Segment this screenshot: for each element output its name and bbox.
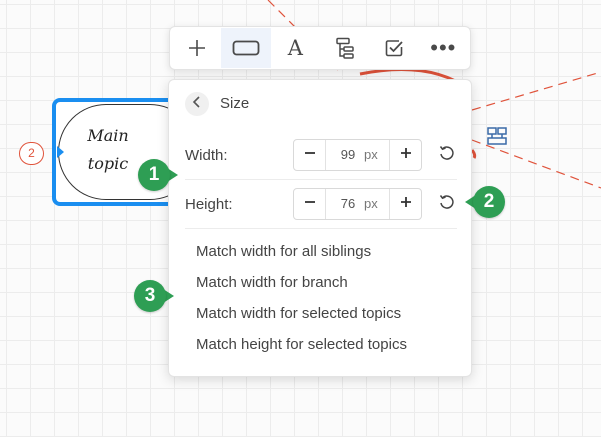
annotation-number: 3 <box>134 280 166 312</box>
back-button[interactable] <box>185 92 209 116</box>
match-width-selected-item[interactable]: Match width for selected topics <box>196 305 401 322</box>
shape-button[interactable] <box>221 28 271 68</box>
task-button[interactable] <box>369 28 418 68</box>
width-input[interactable]: 99 <box>331 147 365 162</box>
annotation-number: 2 <box>473 186 505 218</box>
collapse-caret-icon[interactable] <box>57 146 64 158</box>
shape-icon <box>232 39 260 57</box>
match-height-selected-item[interactable]: Match height for selected topics <box>196 336 407 353</box>
task-checkbox-icon <box>384 38 404 58</box>
relationship-curve-end <box>470 149 477 159</box>
size-panel: Size Width: 99 px Height: 76 px Match wi… <box>168 79 472 377</box>
width-stepper: 99 px <box>293 139 422 171</box>
more-icon: ••• <box>430 35 457 60</box>
annotation-marker-2: 2 <box>465 186 505 218</box>
height-label: Height: <box>185 196 233 213</box>
main-topic-text[interactable]: Main topic <box>70 122 146 178</box>
panel-title: Size <box>220 95 250 112</box>
reset-icon <box>438 193 456 216</box>
width-increase-button[interactable] <box>389 140 421 170</box>
match-width-branch-item[interactable]: Match width for branch <box>196 274 348 291</box>
annotation-marker-1: 1 <box>138 159 178 191</box>
structure-button[interactable] <box>320 28 369 68</box>
minus-icon <box>304 195 316 213</box>
width-decrease-button[interactable] <box>294 140 326 170</box>
reset-icon <box>438 144 456 167</box>
divider <box>185 228 457 229</box>
height-unit: px <box>364 196 378 211</box>
width-unit: px <box>364 147 378 162</box>
height-increase-button[interactable] <box>389 189 421 219</box>
divider <box>185 179 457 180</box>
height-reset-button[interactable] <box>436 193 458 215</box>
height-input[interactable]: 76 <box>331 196 365 211</box>
annotation-marker-3: 3 <box>134 280 174 312</box>
width-reset-button[interactable] <box>436 144 458 166</box>
height-stepper: 76 px <box>293 188 422 220</box>
chevron-left-icon <box>192 95 202 113</box>
height-decrease-button[interactable] <box>294 189 326 219</box>
text-style-button[interactable]: A <box>271 28 320 68</box>
more-button[interactable]: ••• <box>419 28 468 68</box>
collapsed-count-badge[interactable]: 2 <box>19 142 44 165</box>
linked-topic-icon[interactable] <box>486 126 508 146</box>
plus-icon <box>400 146 412 164</box>
annotation-number: 1 <box>138 159 170 191</box>
relationship-line[interactable] <box>471 139 601 189</box>
panel-header: Size <box>169 80 471 128</box>
match-width-siblings-item[interactable]: Match width for all siblings <box>196 243 371 260</box>
plus-icon <box>400 195 412 213</box>
plus-icon <box>187 38 207 58</box>
topic-toolbar: A ••• <box>169 26 471 70</box>
relationship-line[interactable] <box>471 71 601 111</box>
structure-icon <box>335 37 355 59</box>
add-topic-button[interactable] <box>172 28 221 68</box>
minus-icon <box>304 146 316 164</box>
text-style-icon: A <box>287 36 303 60</box>
width-label: Width: <box>185 147 228 164</box>
